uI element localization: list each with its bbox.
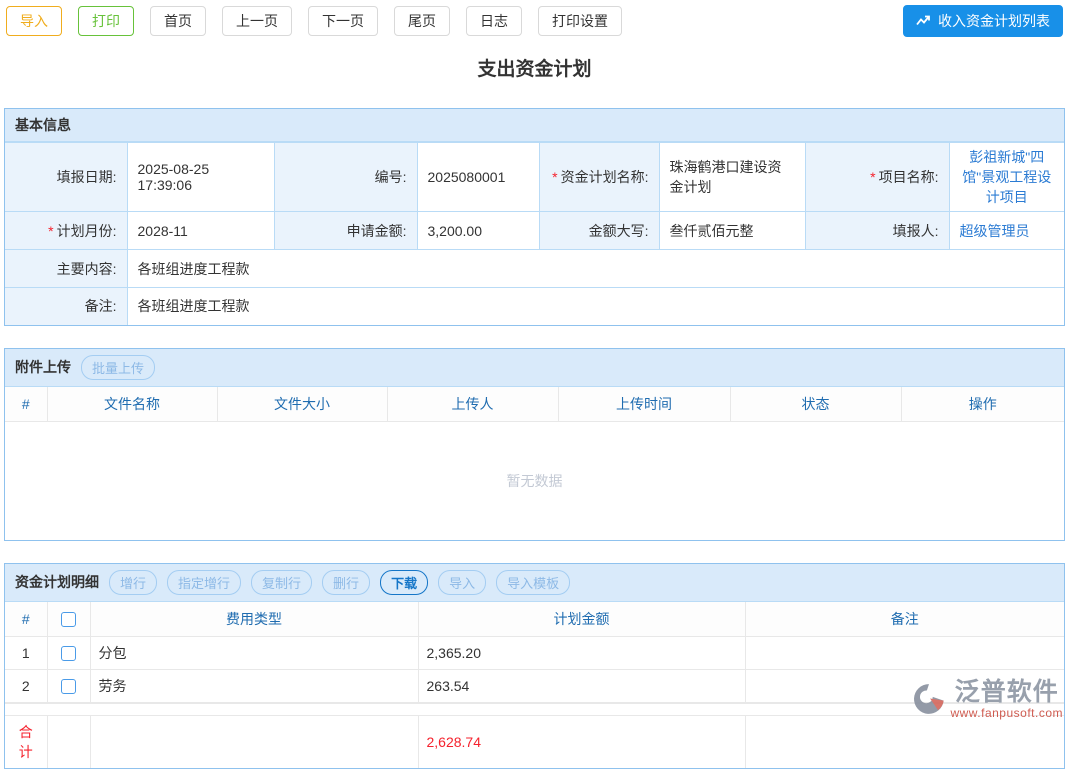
import-template-button[interactable]: 导入模板 — [496, 570, 570, 595]
remark-label: 备注: — [5, 288, 127, 325]
table-row: 2 劳务 263.54 — [5, 669, 1064, 702]
row-checkbox[interactable] — [61, 679, 76, 694]
detail-col-fee-type: 费用类型 — [90, 602, 418, 637]
detail-total-row: 合计 2,628.74 — [5, 715, 1064, 768]
attachment-empty-body: 暂无数据 — [5, 422, 1064, 540]
attachment-table: # 文件名称 文件大小 上传人 上传时间 状态 操作 — [5, 387, 1064, 422]
attachment-header: 附件上传 批量上传 — [5, 349, 1064, 387]
log-button[interactable]: 日志 — [466, 6, 522, 36]
attachment-col-file-size: 文件大小 — [217, 387, 387, 422]
total-label: 合计 — [5, 715, 47, 768]
trending-arrow-icon — [916, 15, 931, 27]
total-select-cell — [47, 715, 90, 768]
fill-date-label: 填报日期: — [5, 143, 127, 212]
row-index: 2 — [5, 669, 47, 702]
required-mark: * — [552, 169, 557, 185]
download-button[interactable]: 下载 — [380, 570, 428, 595]
first-page-button[interactable]: 首页 — [150, 6, 206, 36]
row-select-cell — [47, 669, 90, 702]
amount-caps-value: 叁仟贰佰元整 — [659, 212, 805, 250]
plan-month-label: *计划月份: — [5, 212, 127, 250]
number-value: 2025080001 — [417, 143, 539, 212]
page-title: 支出资金计划 — [0, 54, 1069, 81]
fanpu-logo-icon — [912, 682, 946, 716]
total-fee-type-cell — [90, 715, 418, 768]
income-fund-plan-list-label: 收入资金计划列表 — [938, 11, 1050, 31]
attachment-col-file-name: 文件名称 — [47, 387, 217, 422]
fanpu-url: www.fanpusoft.com — [950, 707, 1063, 719]
required-mark: * — [870, 169, 875, 185]
attachment-col-status: 状态 — [730, 387, 901, 422]
next-page-button[interactable]: 下一页 — [308, 6, 378, 36]
detail-table: # 费用类型 计划金额 备注 1 分包 2,365.20 2 劳务 263.54 — [5, 602, 1064, 703]
main-content-value: 各班组进度工程款 — [127, 250, 1064, 288]
row-amount: 2,365.20 — [418, 636, 745, 669]
attachment-section: 附件上传 批量上传 # 文件名称 文件大小 上传人 上传时间 状态 操作 暂无数… — [4, 348, 1065, 541]
fill-date-value: 2025-08-25 17:39:06 — [127, 143, 274, 212]
required-mark: * — [48, 223, 53, 239]
select-all-checkbox[interactable] — [61, 612, 76, 627]
filler-label: 填报人: — [805, 212, 949, 250]
detail-col-select — [47, 602, 90, 637]
detail-header: 资金计划明细 增行 指定增行 复制行 删行 下载 导入 导入模板 — [5, 564, 1064, 602]
import-button[interactable]: 导入 — [6, 6, 62, 36]
project-value-link[interactable]: 彭祖新城"四馆"景观工程设计项目 — [949, 143, 1064, 212]
detail-import-button[interactable]: 导入 — [438, 570, 486, 595]
fanpu-watermark: 泛普软件 www.fanpusoft.com — [912, 680, 1063, 719]
table-row: 1 分包 2,365.20 — [5, 636, 1064, 669]
apply-amount-value: 3,200.00 — [417, 212, 539, 250]
remark-value: 各班组进度工程款 — [127, 288, 1064, 325]
row-checkbox[interactable] — [61, 646, 76, 661]
add-row-button[interactable]: 增行 — [109, 570, 157, 595]
batch-upload-button[interactable]: 批量上传 — [81, 355, 155, 380]
detail-col-index: # — [5, 602, 47, 637]
attachment-col-upload-time: 上传时间 — [558, 387, 730, 422]
number-label: 编号: — [274, 143, 417, 212]
prev-page-button[interactable]: 上一页 — [222, 6, 292, 36]
fund-plan-detail-section: 资金计划明细 增行 指定增行 复制行 删行 下载 导入 导入模板 # 费用类型 … — [4, 563, 1065, 769]
print-settings-button[interactable]: 打印设置 — [538, 6, 622, 36]
attachment-col-uploader: 上传人 — [387, 387, 558, 422]
row-remark — [745, 636, 1064, 669]
add-row-at-button[interactable]: 指定增行 — [167, 570, 241, 595]
basic-info-table: 填报日期: 2025-08-25 17:39:06 编号: 2025080001… — [5, 142, 1064, 325]
last-page-button[interactable]: 尾页 — [394, 6, 450, 36]
apply-amount-label: 申请金额: — [274, 212, 417, 250]
detail-col-plan-amount: 计划金额 — [418, 602, 745, 637]
attachment-col-actions: 操作 — [901, 387, 1064, 422]
row-amount: 263.54 — [418, 669, 745, 702]
basic-info-title: 基本信息 — [15, 115, 71, 135]
detail-col-remark: 备注 — [745, 602, 1064, 637]
plan-month-value: 2028-11 — [127, 212, 274, 250]
attachment-col-index: # — [5, 387, 47, 422]
amount-caps-label: 金额大写: — [539, 212, 659, 250]
row-fee-type: 分包 — [90, 636, 418, 669]
table-spacer — [5, 703, 1064, 715]
main-content-label: 主要内容: — [5, 250, 127, 288]
attachment-title: 附件上传 — [15, 357, 71, 377]
fanpu-brand-name: 泛普软件 — [955, 680, 1059, 705]
toolbar: 导入 打印 首页 上一页 下一页 尾页 日志 打印设置 收入资金计划列表 — [0, 0, 1069, 41]
basic-info-header: 基本信息 — [5, 109, 1064, 142]
copy-row-button[interactable]: 复制行 — [251, 570, 312, 595]
filler-value-link[interactable]: 超级管理员 — [949, 212, 1064, 250]
print-button[interactable]: 打印 — [78, 6, 134, 36]
delete-row-button[interactable]: 删行 — [322, 570, 370, 595]
total-amount: 2,628.74 — [418, 715, 745, 768]
basic-info-section: 基本信息 填报日期: 2025-08-25 17:39:06 编号: 20250… — [4, 108, 1065, 326]
plan-name-value: 珠海鹤港口建设资金计划 — [659, 143, 805, 212]
detail-title: 资金计划明细 — [15, 572, 99, 592]
no-data-text: 暂无数据 — [507, 471, 563, 491]
project-label: *项目名称: — [805, 143, 949, 212]
income-fund-plan-list-button[interactable]: 收入资金计划列表 — [903, 5, 1063, 37]
fanpu-watermark-text: 泛普软件 www.fanpusoft.com — [950, 680, 1063, 719]
plan-name-label: *资金计划名称: — [539, 143, 659, 212]
row-index: 1 — [5, 636, 47, 669]
total-remark-cell — [745, 715, 1064, 768]
row-select-cell — [47, 636, 90, 669]
row-fee-type: 劳务 — [90, 669, 418, 702]
